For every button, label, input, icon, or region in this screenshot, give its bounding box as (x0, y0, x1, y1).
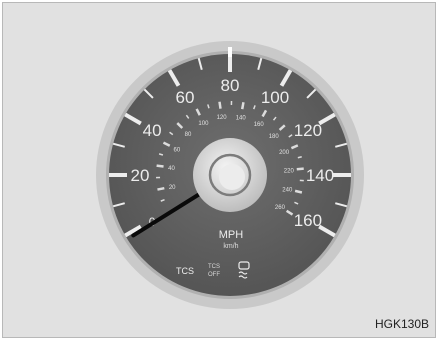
kmh-label-240: 240 (282, 188, 293, 194)
kmh-label-220: 220 (284, 168, 295, 174)
figure-reference-code: HGK130B (374, 317, 429, 331)
kmh-label-20: 20 (169, 185, 176, 191)
kmh-tick (218, 101, 222, 109)
kmh-label-60: 60 (174, 148, 181, 154)
mph-label-20: 20 (131, 166, 150, 185)
kmh-tick (296, 167, 304, 171)
mph-label-160: 160 (294, 211, 322, 230)
kmh-label-180: 180 (269, 134, 280, 140)
tcs-off-indicator-bottom: OFF (208, 272, 220, 278)
kmh-label-260: 260 (275, 205, 286, 211)
mph-label-100: 100 (261, 88, 289, 107)
unit-kmh-label: km/h (223, 243, 238, 250)
kmh-label-140: 140 (236, 116, 247, 122)
kmh-label-100: 100 (198, 121, 209, 127)
figure-frame: 0 20 40 60 80 100 120 140 160 20 40 60 8… (2, 2, 436, 338)
kmh-label-160: 160 (254, 122, 265, 128)
mph-label-120: 120 (294, 121, 322, 140)
kmh-label-80: 80 (185, 132, 192, 138)
hub-cap (219, 164, 245, 190)
kmh-label-120: 120 (217, 115, 228, 121)
kmh-label-200: 200 (279, 150, 290, 156)
mph-label-140: 140 (306, 166, 334, 185)
unit-mph-label: MPH (219, 229, 244, 241)
kmh-tick (240, 102, 245, 110)
kmh-tick (294, 189, 303, 194)
tcs-off-indicator-top: TCS (208, 264, 220, 270)
kmh-label-40: 40 (168, 166, 175, 172)
mph-label-40: 40 (143, 121, 162, 140)
mph-label-60: 60 (176, 88, 195, 107)
kmh-tick (297, 156, 302, 159)
mph-label-80: 80 (221, 76, 240, 95)
kmh-tick (156, 164, 164, 168)
kmh-tick (157, 186, 165, 191)
speedometer-gauge: 0 20 40 60 80 100 120 140 160 20 40 60 8… (96, 41, 364, 309)
tcs-indicator: TCS (176, 266, 194, 276)
